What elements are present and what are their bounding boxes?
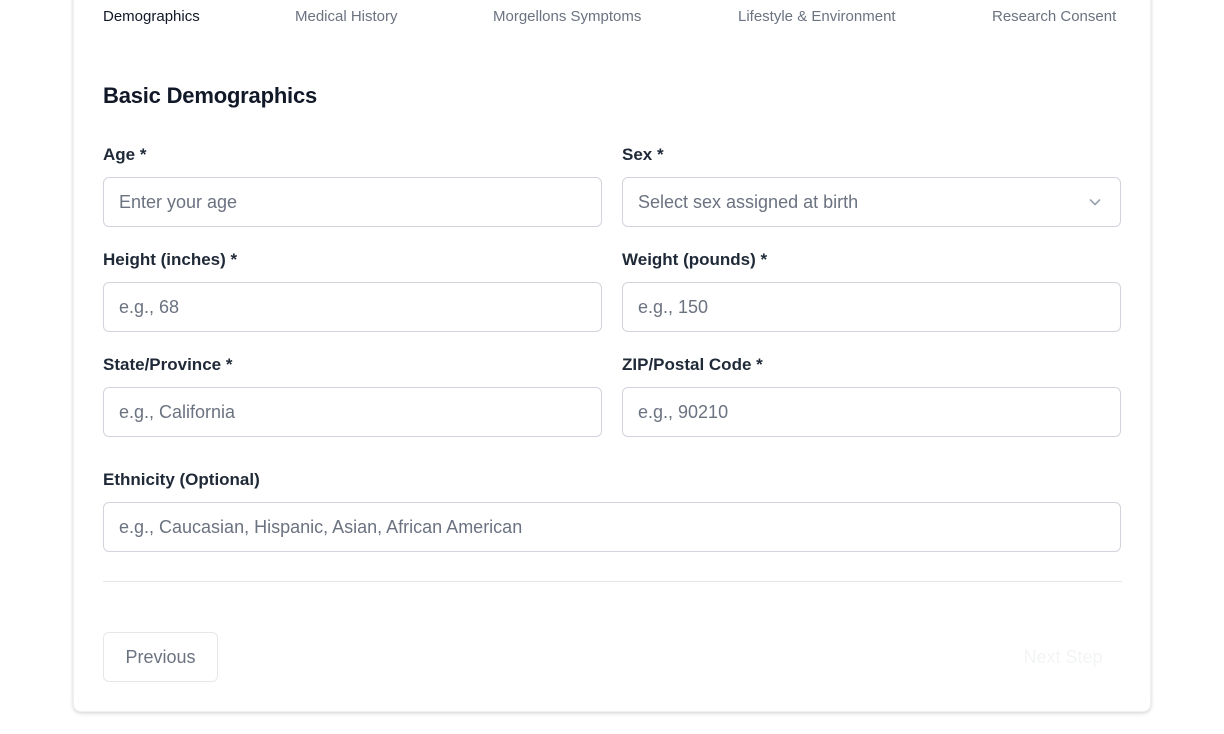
step-label: Demographics: [103, 8, 200, 25]
step-medical-history[interactable]: Medical History: [295, 7, 398, 27]
step-label: Lifestyle & Environment: [738, 8, 896, 25]
previous-button[interactable]: Previous: [103, 632, 218, 682]
form-card: Demographics Medical History Morgellons …: [73, 0, 1151, 712]
zip-label: ZIP/Postal Code *: [622, 355, 763, 374]
next-step-button[interactable]: Next Step: [1004, 632, 1122, 682]
age-label: Age *: [103, 145, 147, 164]
section-title: Basic Demographics: [103, 83, 318, 108]
weight-label: Weight (pounds) *: [622, 250, 768, 269]
step-indicator: Demographics Medical History Morgellons …: [74, 0, 1150, 25]
chevron-down-icon: [1089, 199, 1101, 206]
step-label: Morgellons Symptoms: [493, 8, 642, 25]
height-input[interactable]: [103, 282, 602, 332]
step-demographics[interactable]: Demographics: [103, 7, 200, 27]
step-lifestyle-environment[interactable]: Lifestyle & Environment: [738, 7, 896, 27]
divider: [103, 581, 1122, 582]
ethnicity-input[interactable]: [103, 502, 1121, 552]
step-label: Medical History: [295, 8, 398, 25]
ethnicity-label: Ethnicity (Optional): [103, 470, 260, 489]
weight-input[interactable]: [622, 282, 1121, 332]
height-label: Height (inches) *: [103, 250, 238, 269]
zip-input[interactable]: [622, 387, 1121, 437]
age-input[interactable]: [103, 177, 602, 227]
state-label: State/Province *: [103, 355, 233, 374]
step-morgellons-symptoms[interactable]: Morgellons Symptoms: [493, 7, 641, 27]
step-research-consent[interactable]: Research Consent: [992, 7, 1116, 27]
sex-select[interactable]: Select sex assigned at birth: [622, 177, 1121, 227]
step-label: Research Consent: [992, 8, 1117, 25]
state-input[interactable]: [103, 387, 602, 437]
sex-label: Sex *: [622, 145, 664, 164]
sex-select-placeholder: Select sex assigned at birth: [638, 191, 859, 212]
